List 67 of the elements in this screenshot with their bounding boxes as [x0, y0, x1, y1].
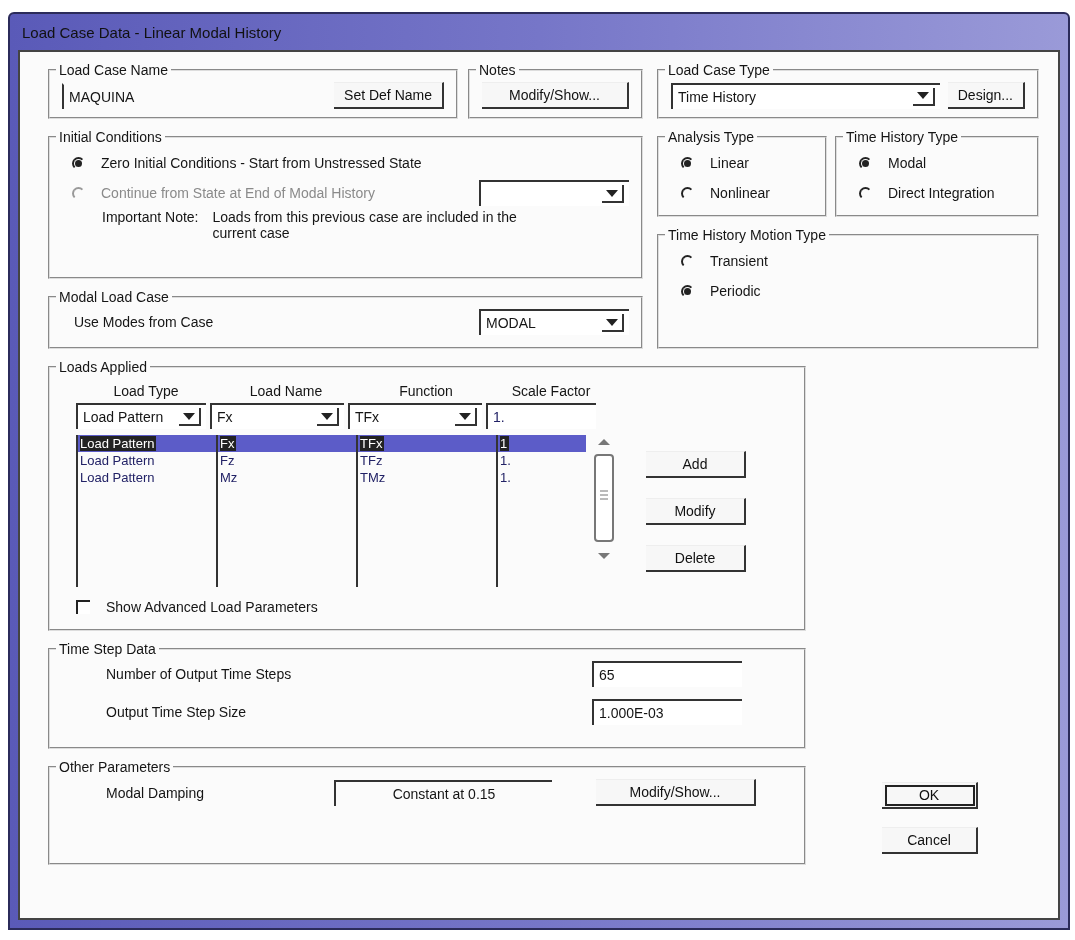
group-title: Time Step Data	[58, 641, 157, 657]
radio-button[interactable]: Direct Integration	[849, 179, 1025, 207]
column-header: Load Name	[248, 382, 324, 401]
column-header: Function	[398, 382, 454, 401]
list-action-button[interactable]: Delete	[646, 545, 746, 572]
caret-icon	[606, 189, 618, 197]
caret-icon	[606, 318, 618, 326]
list-cell[interactable]: Fx	[218, 435, 356, 452]
radio-button[interactable]: Transient	[671, 247, 1025, 275]
group-title: Analysis Type	[667, 129, 756, 145]
list-cell[interactable]: TFz	[358, 452, 496, 469]
group-title: Time History Type	[845, 129, 960, 145]
column-header: Load Type	[112, 382, 180, 401]
list-action-button[interactable]: Add	[646, 451, 746, 478]
list-cell[interactable]: Load Pattern	[78, 452, 216, 469]
modify-button[interactable]: Modify/Show...	[482, 82, 629, 109]
list-action-button[interactable]: Modify	[646, 498, 746, 525]
dialog-button[interactable]: Cancel	[882, 827, 978, 854]
list-cell[interactable]: 1.	[498, 469, 586, 486]
list-cell[interactable]: Mz	[218, 469, 356, 486]
group-title: Load Case Name	[58, 62, 169, 78]
text-field[interactable]: 1.	[486, 403, 596, 429]
group-title: Other Parameters	[58, 759, 172, 775]
group-title: Load Case Type	[667, 62, 771, 78]
field-label: Modal Damping	[106, 784, 206, 801]
text-field[interactable]: 1.000E-03	[592, 699, 742, 725]
caret-icon	[183, 412, 195, 420]
caret-icon	[321, 412, 333, 420]
field-label: Number of Output Time Steps	[106, 666, 292, 682]
design-button[interactable]: Design...	[947, 82, 1025, 109]
caret-icon	[916, 92, 929, 99]
dropdown[interactable]: Time History	[671, 82, 940, 109]
group-title: Time History Motion Type	[667, 227, 827, 243]
modify-button[interactable]: Modify/Show...	[596, 779, 756, 806]
group-title: Initial Conditions	[58, 129, 163, 145]
checkbox[interactable]: Show Advanced Load Parameters	[62, 593, 792, 621]
text-field[interactable]: 65	[592, 661, 742, 687]
note-text: Loads from this previous case are included in the current case	[212, 209, 518, 241]
list-cell[interactable]: 1.	[498, 452, 586, 469]
list-cell[interactable]: Fz	[218, 452, 356, 469]
group-title: Modal Load Case	[58, 289, 170, 305]
radio-button[interactable]: Nonlinear	[671, 179, 813, 207]
field-label: Output Time Step Size	[106, 704, 247, 720]
list-cell[interactable]: TMz	[358, 469, 496, 486]
field-label: Use Modes from Case	[74, 314, 214, 330]
list-cell[interactable]: Load Pattern	[78, 469, 216, 486]
list-cell[interactable]: TFx	[358, 435, 496, 452]
radio-button[interactable]: Periodic	[671, 277, 1025, 305]
text-field[interactable]: MAQUINA	[62, 82, 327, 109]
column-header: Scale Factor	[510, 382, 592, 401]
dropdown[interactable]: TFx	[348, 403, 482, 429]
radio-button[interactable]: Zero Initial Conditions - Start from Unstressed State	[62, 149, 629, 177]
dropdown[interactable]: MODAL	[479, 309, 629, 335]
window-title: Load Case Data - Linear Modal History	[21, 22, 283, 43]
group-title: Notes	[478, 62, 517, 78]
note-label: Important Note:	[102, 209, 199, 227]
group-title: Loads Applied	[58, 359, 148, 375]
dropdown[interactable]: Load Pattern	[76, 403, 206, 429]
list-cell[interactable]: Load Pattern	[78, 435, 216, 452]
radio-button[interactable]: Linear	[671, 149, 813, 177]
dialog-button[interactable]: OK	[882, 782, 978, 809]
dropdown[interactable]: Fx	[210, 403, 344, 429]
dropdown[interactable]	[479, 180, 629, 206]
radio-button[interactable]: Modal	[849, 149, 1025, 177]
list-cell[interactable]: 1	[498, 435, 586, 452]
set-name-button[interactable]: Set Def Name	[334, 82, 444, 109]
caret-icon	[459, 412, 471, 420]
